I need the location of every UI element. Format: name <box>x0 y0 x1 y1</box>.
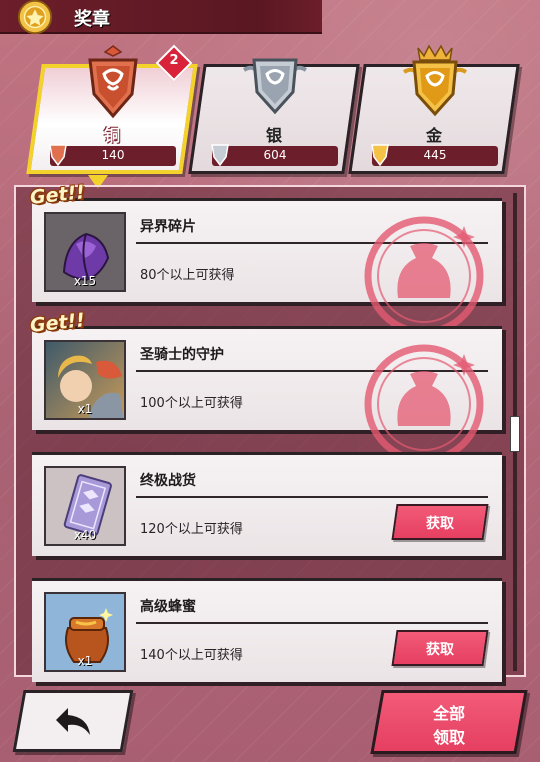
page-title: 奖章 <box>74 9 110 30</box>
tab-bronze[interactable]: 铜 140 <box>26 45 198 174</box>
tab-silver[interactable]: 银 604 <box>188 58 360 174</box>
item-quantity: x40 <box>73 528 97 542</box>
divider <box>136 622 488 624</box>
item-quantity: x1 <box>77 654 93 668</box>
received-stamp-icon <box>364 216 484 336</box>
badge-count: 2 <box>169 53 179 68</box>
item-requirement: 120个以上可获得 <box>140 522 243 537</box>
reward-item: x1 Get!! 圣骑士的守护 100个以上可获得 <box>29 309 506 464</box>
item-requirement: 100个以上可获得 <box>140 396 243 411</box>
scrollbar-thumb[interactable] <box>510 416 520 452</box>
item-name: 终极战货 <box>140 473 196 489</box>
silver-medal-icon <box>242 58 308 115</box>
medal-count: 604 <box>263 148 287 162</box>
item-thumbnail[interactable]: x1 <box>44 340 126 420</box>
item-name: 高级蜂蜜 <box>140 599 196 615</box>
reward-item: x15 Get!! 异界碎片 80个以上可获得 <box>29 181 506 336</box>
count-bar: 140 <box>49 144 176 167</box>
item-requirement: 80个以上可获得 <box>140 268 235 283</box>
medal-count: 140 <box>101 148 125 162</box>
reward-item: x40 终极战货 120个以上可获得 获取 <box>32 452 506 560</box>
count-bar: 445 <box>371 144 498 167</box>
item-quantity: x1 <box>77 402 93 416</box>
item-thumbnail[interactable]: x40 <box>44 466 126 546</box>
reward-item: x1 高级蜂蜜 140个以上可获得 获取 <box>32 578 506 686</box>
back-button[interactable] <box>12 690 134 752</box>
count-bar: 604 <box>211 144 338 167</box>
item-quantity: x15 <box>73 274 97 288</box>
divider <box>136 496 488 498</box>
claim-button[interactable]: 获取 <box>391 630 489 666</box>
item-requirement: 140个以上可获得 <box>140 648 243 663</box>
tab-gold[interactable]: 金 445 <box>348 44 520 174</box>
claim-button-label: 获取 <box>426 516 454 532</box>
claim-button-label: 获取 <box>426 642 454 658</box>
item-name: 圣骑士的守护 <box>140 347 224 363</box>
back-arrow-icon <box>56 708 90 735</box>
item-name: 异界碎片 <box>140 219 196 235</box>
claim-all-label-line2: 领取 <box>432 728 465 747</box>
claim-all-label-line1: 全部 <box>432 704 465 723</box>
item-thumbnail[interactable]: x1 <box>44 592 126 672</box>
gold-medal-icon <box>402 44 468 117</box>
gold-medal-icon <box>17 0 53 35</box>
bronze-medal-icon <box>88 45 138 119</box>
claim-all-button[interactable]: 全部 领取 <box>370 690 528 754</box>
item-thumbnail[interactable]: x15 <box>44 212 126 292</box>
claim-button[interactable]: 获取 <box>391 504 489 540</box>
medal-count: 445 <box>423 148 447 162</box>
